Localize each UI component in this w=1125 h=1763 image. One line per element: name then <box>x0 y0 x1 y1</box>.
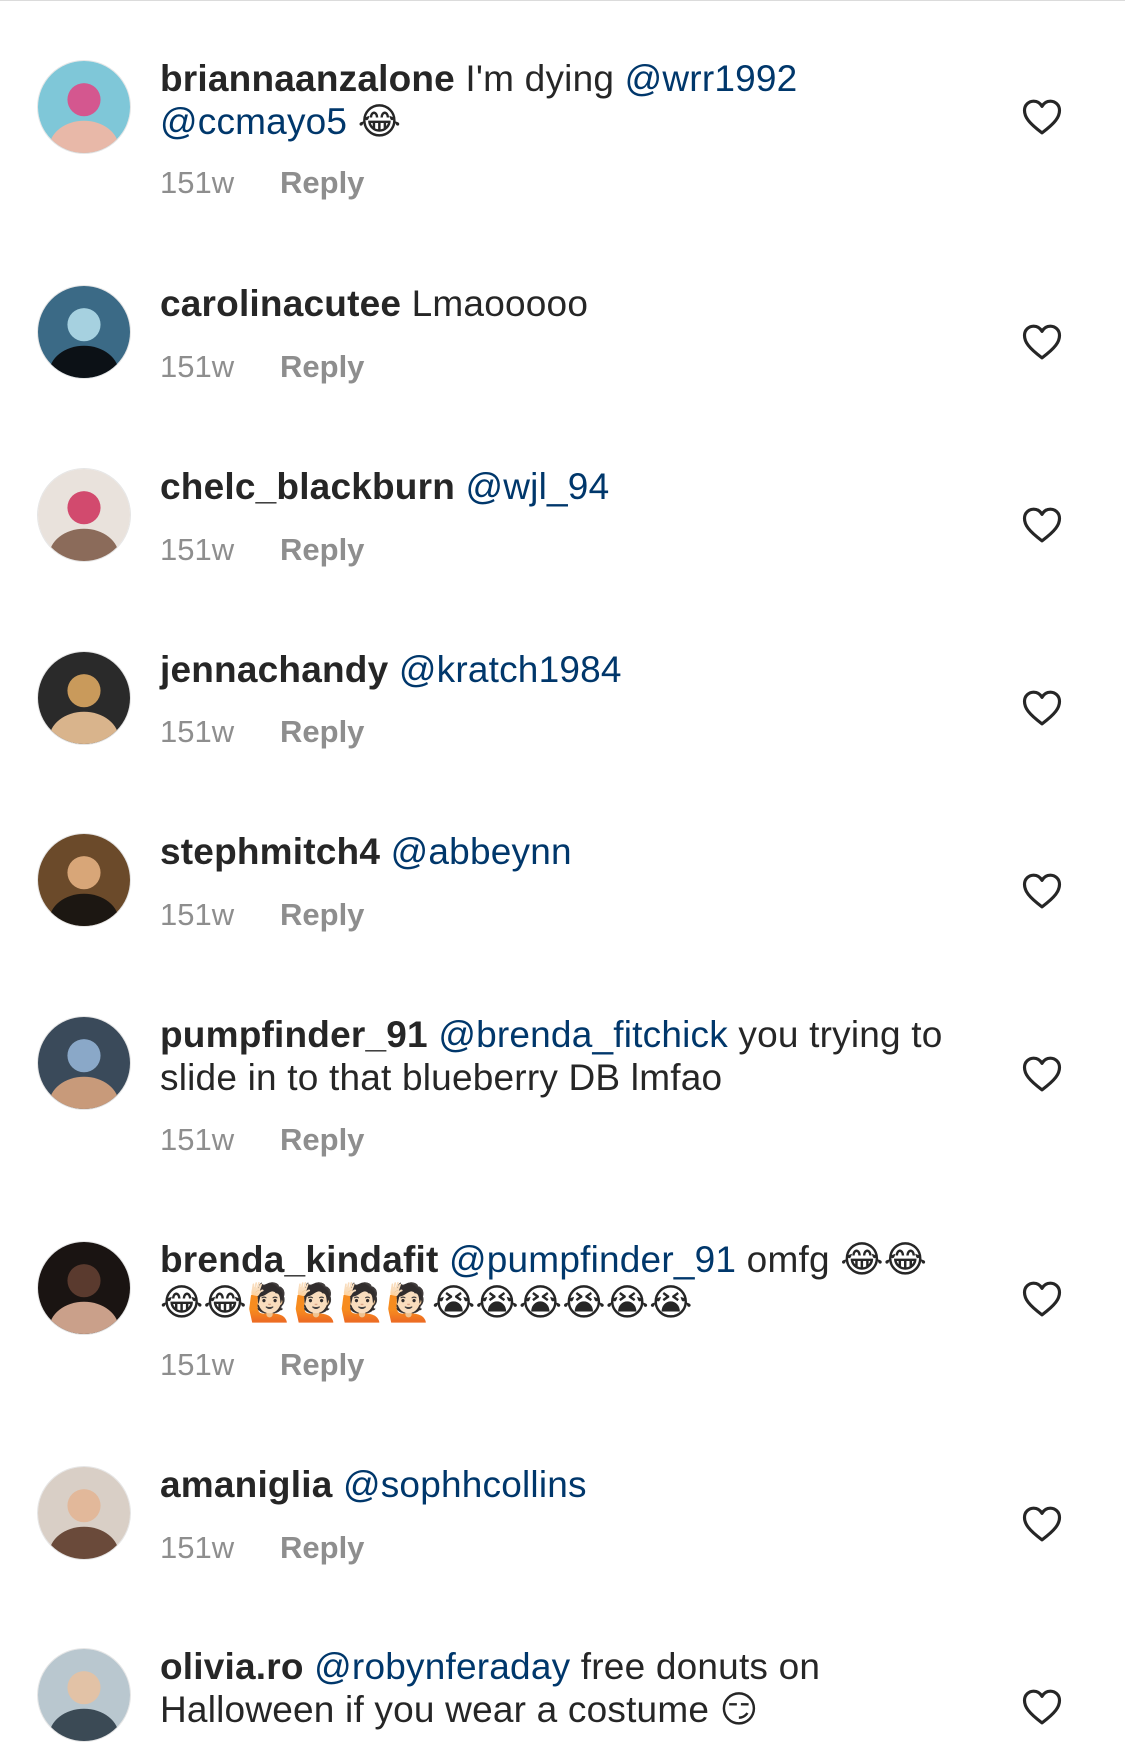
avatar[interactable] <box>37 468 131 562</box>
avatar[interactable] <box>37 651 131 745</box>
comment-meta: 151w Reply <box>160 1530 364 1566</box>
avatar[interactable] <box>37 1648 131 1742</box>
comment-text: stephmitch4 @abbeynn <box>160 830 960 873</box>
heart-icon[interactable] <box>1022 1505 1062 1543</box>
comment-timestamp: 151w <box>160 714 235 749</box>
reply-button[interactable]: Reply <box>280 532 364 567</box>
top-divider <box>0 0 1125 1</box>
comment-meta: 151w Reply <box>160 714 364 750</box>
comment-body-text: I'm dying <box>454 58 625 99</box>
comment-username[interactable]: jennachandy <box>160 649 388 690</box>
reply-button[interactable]: Reply <box>280 1122 364 1157</box>
mention-link[interactable]: @robynferaday <box>314 1646 570 1687</box>
comment-body-text <box>455 466 465 507</box>
comment-text: jennachandy @kratch1984 <box>160 648 960 691</box>
mention-link[interactable]: @wjl_94 <box>466 466 610 507</box>
comment-body-text <box>388 649 398 690</box>
heart-icon[interactable] <box>1022 872 1062 910</box>
mention-link[interactable]: @pumpfinder_91 <box>449 1239 736 1280</box>
comment-timestamp: 151w <box>160 1347 235 1382</box>
heart-icon[interactable] <box>1022 1280 1062 1318</box>
reply-button[interactable]: Reply <box>280 349 364 384</box>
comment-text: amaniglia @sophhcollins <box>160 1463 960 1506</box>
comment-meta: 151w Reply <box>160 165 364 201</box>
comment-text: olivia.ro @robynferaday free donuts on H… <box>160 1645 960 1731</box>
reply-button[interactable]: Reply <box>280 165 364 200</box>
mention-link[interactable]: @kratch1984 <box>399 649 622 690</box>
comment-username[interactable]: carolinacutee <box>160 283 401 324</box>
comment-username[interactable]: chelc_blackburn <box>160 466 455 507</box>
avatar[interactable] <box>37 285 131 379</box>
comment-meta: 151w Reply <box>160 1122 364 1158</box>
comment-username[interactable]: pumpfinder_91 <box>160 1014 428 1055</box>
avatar[interactable] <box>37 1241 131 1335</box>
comment-timestamp: 151w <box>160 1530 235 1565</box>
comment-username[interactable]: briannaanzalone <box>160 58 455 99</box>
comment-text: carolinacutee Lmaooooo <box>160 282 960 325</box>
comment-username[interactable]: stephmitch4 <box>160 831 380 872</box>
comment-body-text <box>332 1464 342 1505</box>
mention-link[interactable]: @ccmayo5 <box>160 101 347 142</box>
heart-icon[interactable] <box>1022 98 1062 136</box>
avatar[interactable] <box>37 833 131 927</box>
reply-button[interactable]: Reply <box>280 1347 364 1382</box>
comment-timestamp: 151w <box>160 349 235 384</box>
comment-meta: 151w Reply <box>160 532 364 568</box>
mention-link[interactable]: @sophhcollins <box>343 1464 587 1505</box>
comment-body-text: 😂 <box>347 101 402 142</box>
avatar[interactable] <box>37 1016 131 1110</box>
mention-link[interactable]: @abbeynn <box>391 831 572 872</box>
comment-text: brenda_kindafit @pumpfinder_91 omfg 😂😂 😂… <box>160 1238 960 1324</box>
heart-icon[interactable] <box>1022 506 1062 544</box>
comment-meta: 151w Reply <box>160 349 364 385</box>
comment-username[interactable]: amaniglia <box>160 1464 332 1505</box>
heart-icon[interactable] <box>1022 1688 1062 1726</box>
mention-link[interactable]: @wrr1992 <box>625 58 798 99</box>
comment-username[interactable]: brenda_kindafit <box>160 1239 439 1280</box>
avatar[interactable] <box>37 1466 131 1560</box>
comment-body-text <box>380 831 390 872</box>
comment-text: chelc_blackburn @wjl_94 <box>160 465 960 508</box>
reply-button[interactable]: Reply <box>280 897 364 932</box>
avatar[interactable] <box>37 60 131 154</box>
comment-text: pumpfinder_91 @brenda_fitchick you tryin… <box>160 1013 960 1099</box>
reply-button[interactable]: Reply <box>280 1530 364 1565</box>
reply-button[interactable]: Reply <box>280 714 364 749</box>
comment-username[interactable]: olivia.ro <box>160 1646 304 1687</box>
comment-text: briannaanzalone I'm dying @wrr1992 @ccmay… <box>160 57 960 143</box>
mention-link[interactable]: @brenda_fitchick <box>438 1014 728 1055</box>
comment-timestamp: 151w <box>160 897 235 932</box>
comment-body-text <box>304 1646 314 1687</box>
heart-icon[interactable] <box>1022 323 1062 361</box>
comment-timestamp: 151w <box>160 1122 235 1157</box>
comment-meta: 151w Reply <box>160 1347 364 1383</box>
heart-icon[interactable] <box>1022 1055 1062 1093</box>
comment-timestamp: 151w <box>160 532 235 567</box>
comment-body-text <box>439 1239 449 1280</box>
heart-icon[interactable] <box>1022 689 1062 727</box>
comment-timestamp: 151w <box>160 165 235 200</box>
comment-body-text <box>428 1014 438 1055</box>
comment-body-text: Lmaooooo <box>401 283 589 324</box>
comment-meta: 151w Reply <box>160 897 364 933</box>
